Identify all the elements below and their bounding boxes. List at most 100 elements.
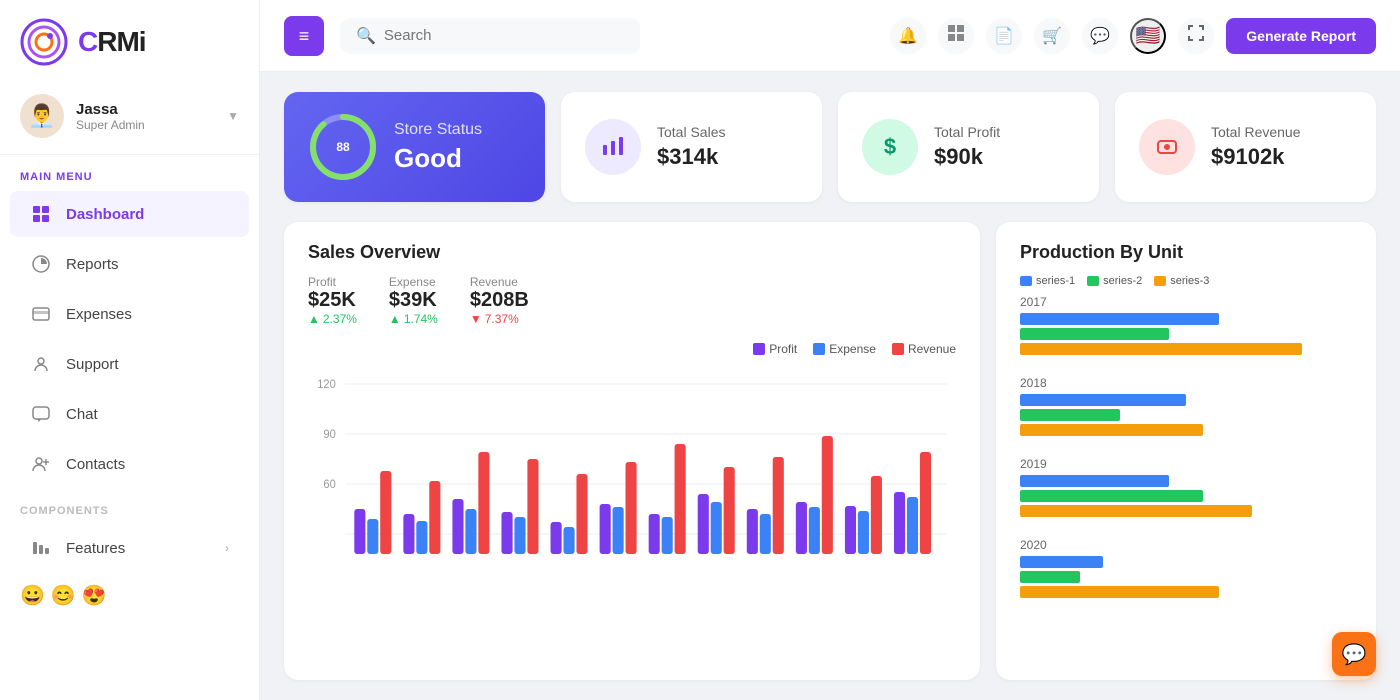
- down-arrow-icon: ▼: [470, 312, 482, 326]
- series3-bar: [1020, 343, 1302, 355]
- user-name: Jassa: [76, 101, 145, 118]
- profit-metric: Profit $25K ▲ 2.37%: [308, 275, 357, 326]
- sidebar-item-reports[interactable]: Reports: [10, 241, 249, 287]
- chevron-right-icon: ›: [225, 541, 229, 555]
- logo-area: CRMi: [0, 0, 259, 84]
- charts-row: Sales Overview Profit $25K ▲ 2.37% Expen…: [284, 222, 1376, 680]
- sidebar-item-label: Dashboard: [66, 206, 144, 223]
- flag-button[interactable]: 🇺🇸: [1130, 18, 1166, 54]
- bell-button[interactable]: 🔔: [890, 18, 926, 54]
- series2-bar: [1020, 328, 1169, 340]
- series1-dot: [1020, 276, 1032, 286]
- sidebar-item-label: Support: [66, 356, 119, 373]
- year-2018-label: 2018: [1020, 376, 1352, 390]
- expand-icon: [1188, 25, 1204, 46]
- circle-progress: 88: [308, 112, 378, 182]
- generate-report-button[interactable]: Generate Report: [1226, 18, 1376, 54]
- year-2020-bar1: [1020, 556, 1352, 568]
- float-chat-icon: 💬: [1342, 642, 1367, 667]
- sidebar-item-label: Features: [66, 540, 125, 557]
- bar-chart-legend: Profit Expense Revenue: [308, 342, 956, 356]
- bar-chart-area: 120 90 60: [308, 364, 956, 660]
- user-info: Jassa Super Admin: [76, 101, 145, 132]
- search-bar[interactable]: 🔍: [340, 18, 640, 54]
- us-flag-icon: 🇺🇸: [1136, 23, 1161, 48]
- total-profit-info: Total Profit $90k: [934, 124, 1000, 170]
- series1-bar: [1020, 394, 1186, 406]
- revenue-icon: [1139, 119, 1195, 175]
- grid-button[interactable]: [938, 18, 974, 54]
- menu-toggle-button[interactable]: ≡: [284, 16, 324, 56]
- expense-legend-dot: [813, 343, 825, 355]
- year-2017-bar2: [1020, 328, 1352, 340]
- float-chat-button[interactable]: 💬: [1332, 632, 1376, 676]
- sales-metrics: Profit $25K ▲ 2.37% Expense $39K ▲ 1.74%: [308, 275, 956, 326]
- user-role: Super Admin: [76, 118, 145, 132]
- total-revenue-card: Total Revenue $9102k: [1115, 92, 1376, 202]
- expense-value: $39K: [389, 289, 438, 312]
- sidebar-item-contacts[interactable]: Contacts: [10, 441, 249, 487]
- content-area: 88 Store Status Good Total Sales $314k: [260, 72, 1400, 700]
- expenses-icon: [30, 303, 52, 325]
- year-2018-bar3: [1020, 424, 1352, 436]
- avatar: 👨‍💼: [20, 94, 64, 138]
- year-2019-label: 2019: [1020, 457, 1352, 471]
- components-label: Components: [0, 489, 259, 523]
- store-status-label: Store Status: [394, 121, 482, 139]
- cart-icon: 🛒: [1042, 26, 1062, 46]
- hamburger-icon: ≡: [299, 27, 310, 45]
- sidebar-item-dashboard[interactable]: Dashboard: [10, 191, 249, 237]
- expand-button[interactable]: [1178, 18, 1214, 54]
- store-status-value: Good: [394, 143, 482, 174]
- up-arrow-icon: ▲: [389, 312, 401, 326]
- year-2017-label: 2017: [1020, 295, 1352, 309]
- support-icon: [30, 353, 52, 375]
- series1-bar: [1020, 475, 1169, 487]
- features-icon: [30, 537, 52, 559]
- sales-bar-chart: 120 90 60: [308, 374, 956, 574]
- series3-bar: [1020, 586, 1219, 598]
- year-2018-bar1: [1020, 394, 1352, 406]
- bell-icon: 🔔: [898, 26, 918, 46]
- sidebar-item-support[interactable]: Support: [10, 341, 249, 387]
- production-legend: series-1 series-2 series-3: [1020, 275, 1352, 287]
- svg-text:120: 120: [317, 379, 336, 391]
- revenue-legend-dot: [892, 343, 904, 355]
- search-input[interactable]: [384, 27, 624, 44]
- document-button[interactable]: 📄: [986, 18, 1022, 54]
- sales-icon: [585, 119, 641, 175]
- logo-icon: [20, 18, 68, 66]
- series3-bar: [1020, 424, 1203, 436]
- series3-dot: [1154, 276, 1166, 286]
- dashboard-icon: [30, 203, 52, 225]
- legend-revenue: Revenue: [892, 342, 956, 356]
- chat-button[interactable]: 💬: [1082, 18, 1118, 54]
- series1-bar: [1020, 313, 1219, 325]
- grid-icon: [948, 25, 964, 46]
- year-2019-bar2: [1020, 490, 1352, 502]
- sidebar-item-chat[interactable]: Chat: [10, 391, 249, 437]
- sidebar-item-features[interactable]: Features ›: [10, 525, 249, 571]
- contacts-icon: [30, 453, 52, 475]
- year-2020-group: 2020: [1020, 538, 1352, 601]
- sidebar-item-label: Expenses: [66, 306, 132, 323]
- production-title: Production By Unit: [1020, 242, 1352, 263]
- expense-change: ▲ 1.74%: [389, 312, 438, 326]
- document-icon: 📄: [994, 26, 1014, 46]
- total-profit-value: $90k: [934, 144, 1000, 170]
- series2-bar: [1020, 571, 1080, 583]
- production-by-unit-card: Production By Unit series-1 series-2 ser…: [996, 222, 1376, 680]
- year-2017-bar1: [1020, 313, 1352, 325]
- cart-button[interactable]: 🛒: [1034, 18, 1070, 54]
- production-chart: 2017 2018: [1020, 295, 1352, 611]
- year-2019-bar1: [1020, 475, 1352, 487]
- sidebar-item-expenses[interactable]: Expenses: [10, 291, 249, 337]
- series1-bar: [1020, 556, 1103, 568]
- chat-icon: [30, 403, 52, 425]
- series2-bar: [1020, 409, 1120, 421]
- emoji-row: 😀😊😍: [0, 573, 259, 618]
- store-status-card: 88 Store Status Good: [284, 92, 545, 202]
- series2-bar: [1020, 490, 1203, 502]
- header-actions: 🔔 📄 🛒 💬 🇺🇸: [890, 18, 1376, 54]
- user-section[interactable]: 👨‍💼 Jassa Super Admin ▼: [0, 84, 259, 155]
